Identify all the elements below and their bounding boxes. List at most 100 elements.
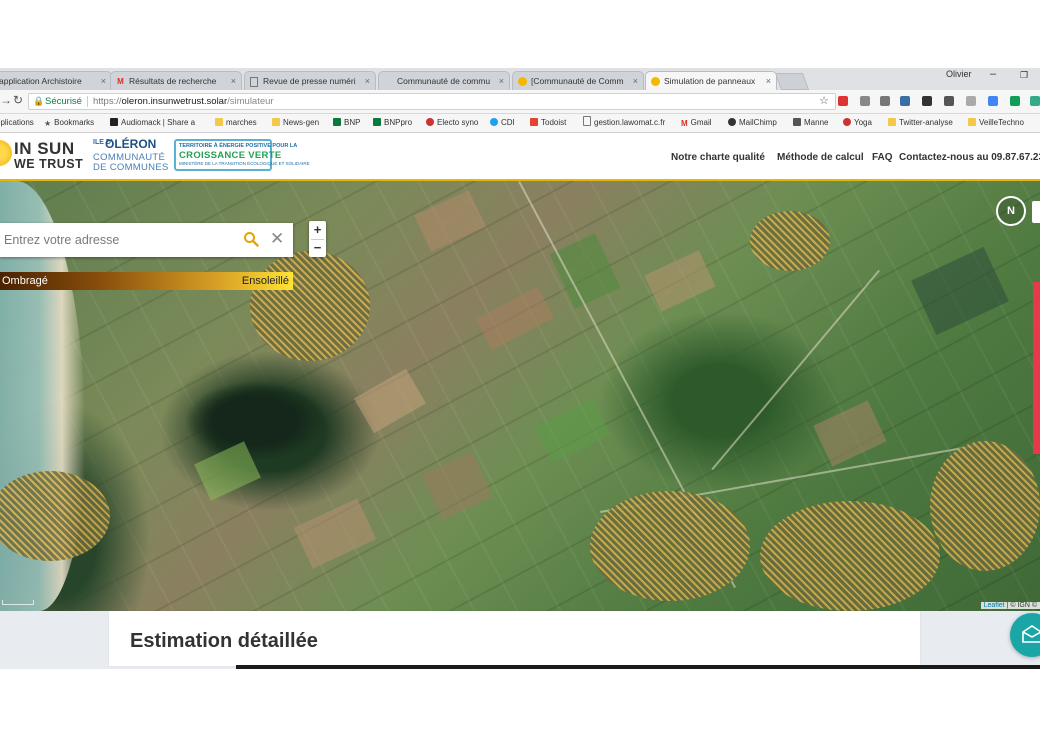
bookmark-item[interactable]: M Gmail: [681, 114, 712, 132]
search-icon[interactable]: [243, 231, 259, 247]
tab-label: Résultats de recherche: [129, 76, 217, 86]
extension-icon[interactable]: [966, 96, 976, 106]
zoom-in-button[interactable]: +: [309, 221, 326, 239]
close-icon[interactable]: ×: [101, 72, 106, 90]
bookmark-item[interactable]: BNP: [333, 114, 360, 132]
restore-icon[interactable]: ❐: [1020, 70, 1028, 81]
tab-label: Simulation de panneaux: [664, 76, 756, 86]
legend-sunny-label: Ensoleillé: [241, 275, 289, 287]
tab-communaute[interactable]: Communauté de commu ×: [378, 71, 510, 90]
tab-simulation[interactable]: Simulation de panneaux ×: [645, 71, 777, 90]
bookmark-item[interactable]: ★ Bookmarks: [44, 114, 94, 132]
tab-label: Communauté de commu: [397, 76, 491, 86]
bookmark-item[interactable]: Twitter-analyse: [888, 114, 953, 132]
map-scale: [2, 600, 34, 605]
legend-shaded-label: Ombragé: [2, 275, 48, 287]
extension-icon[interactable]: [1030, 96, 1040, 106]
todoist-icon: [530, 118, 538, 126]
tab-revue-presse[interactable]: Revue de presse numéri ×: [244, 71, 376, 90]
satellite-map[interactable]: ✕ + − Ombragé Ensoleillé N Leaflet | © I…: [0, 181, 1040, 611]
zoom-out-button[interactable]: −: [309, 239, 326, 257]
tab-label: application Archistoire: [0, 76, 82, 86]
bnp-icon: [333, 118, 341, 126]
gmail-icon: M: [681, 119, 688, 128]
results-area: Estimation détaillée: [0, 611, 1040, 669]
close-icon[interactable]: ×: [499, 72, 504, 90]
close-icon[interactable]: ×: [766, 72, 771, 90]
window-user[interactable]: Olivier: [946, 69, 972, 79]
map-attribution: Leaflet | © IGN ©: [980, 602, 1040, 609]
forward-icon[interactable]: →: [0, 93, 12, 107]
estimation-title: Estimation détaillée: [130, 630, 318, 652]
map-side-button[interactable]: [1032, 201, 1040, 223]
tab-communaute-2[interactable]: [Communauté de Comm ×: [512, 71, 644, 90]
extension-icon[interactable]: [838, 96, 848, 106]
bookmark-item[interactable]: Manne: [793, 114, 828, 132]
brand-name-line2[interactable]: WE TRUST: [14, 157, 83, 171]
bookmark-item[interactable]: gestion.lawomat.c.fr: [583, 114, 665, 132]
clear-search-icon[interactable]: ✕: [270, 230, 284, 248]
compass-icon[interactable]: N: [996, 196, 1026, 226]
nav-faq[interactable]: FAQ: [872, 152, 893, 163]
tab-label: [Communauté de Comm: [531, 76, 624, 86]
extension-icon[interactable]: [900, 96, 910, 106]
brand-name-line1[interactable]: IN SUN: [14, 139, 75, 159]
bookmark-item[interactable]: BNPpro: [373, 114, 412, 132]
address-search-input[interactable]: [0, 223, 238, 257]
bookmark-item[interactable]: Audiomack | Share a: [110, 114, 195, 132]
bookmark-star-icon[interactable]: ☆: [819, 94, 829, 109]
sun-icon: [518, 77, 527, 86]
folder-icon: [968, 118, 976, 126]
estimation-card: Estimation détaillée: [109, 611, 920, 666]
croissance-verte-badge: TERRITOIRE À ÉNERGIE POSITIVE POUR LA CR…: [174, 139, 310, 171]
folder-icon: [272, 118, 280, 126]
tab-gmail-search[interactable]: M Résultats de recherche ×: [110, 71, 242, 90]
bnp-icon: [373, 118, 381, 126]
extension-icon[interactable]: [880, 96, 890, 106]
close-icon[interactable]: ×: [633, 72, 638, 90]
tab-archistoire[interactable]: application Archistoire ×: [0, 71, 112, 90]
url-text: https://oleron.insunwetrust.solar/simula…: [93, 96, 274, 107]
bookmark-item[interactable]: Yoga: [843, 114, 872, 132]
bookmark-item[interactable]: News-gen: [272, 114, 319, 132]
site-header: IN SUN WE TRUST ILE D' OLÉRON COMMUNAUTÉ…: [0, 133, 1040, 181]
bookmark-item[interactable]: pplications: [0, 114, 34, 132]
url-field[interactable]: 🔒 Sécurisé https://oleron.insunwetrust.s…: [28, 93, 836, 110]
nav-contact[interactable]: Contactez-nous au 09.87.67.23: [899, 152, 1040, 163]
bookmark-item[interactable]: marches: [215, 114, 257, 132]
address-search: ✕: [0, 223, 293, 257]
extension-icon[interactable]: [922, 96, 932, 106]
leaflet-link[interactable]: Leaflet: [984, 602, 1005, 609]
bookmark-item[interactable]: VeilleTechno: [968, 114, 1024, 132]
minimize-icon[interactable]: –: [990, 68, 996, 80]
close-icon[interactable]: ×: [365, 72, 370, 90]
nav-methode-calcul[interactable]: Méthode de calcul: [777, 152, 864, 163]
bookmark-item[interactable]: CDI: [490, 114, 515, 132]
side-panel-tab[interactable]: [1033, 282, 1040, 454]
partner-line2: DE COMMUNES: [93, 162, 169, 173]
mailchimp-icon: [728, 118, 736, 126]
secure-label: Sécurisé: [45, 96, 82, 107]
bookmark-item[interactable]: MailChimp: [728, 114, 777, 132]
manne-icon: [793, 118, 801, 126]
doc-icon: [250, 77, 258, 87]
reload-icon[interactable]: ↻: [13, 93, 23, 107]
extension-icon[interactable]: [860, 96, 870, 106]
folder-icon: [888, 118, 896, 126]
new-tab-button[interactable]: [774, 73, 810, 90]
envelope-icon: [1022, 625, 1040, 643]
bookmarks-bar: pplications ★Bookmarks Audiomack | Share…: [0, 114, 1040, 133]
close-icon[interactable]: ×: [231, 72, 236, 90]
yoga-icon: [843, 118, 851, 126]
sun-logo-icon[interactable]: [0, 140, 12, 166]
bookmark-item[interactable]: Electo syno: [426, 114, 478, 132]
browser-tab-strip: application Archistoire × M Résultats de…: [0, 68, 1040, 90]
extension-icon[interactable]: [944, 96, 954, 106]
nav-charte-qualite[interactable]: Notre charte qualité: [671, 152, 765, 163]
partner-name: OLÉRON: [105, 137, 157, 151]
bookmark-item[interactable]: Todoist: [530, 114, 566, 132]
sunshine-legend: Ombragé Ensoleillé: [0, 272, 293, 290]
drive-icon[interactable]: [1010, 96, 1020, 106]
extension-icon[interactable]: [988, 96, 998, 106]
sun-icon: [651, 77, 660, 86]
